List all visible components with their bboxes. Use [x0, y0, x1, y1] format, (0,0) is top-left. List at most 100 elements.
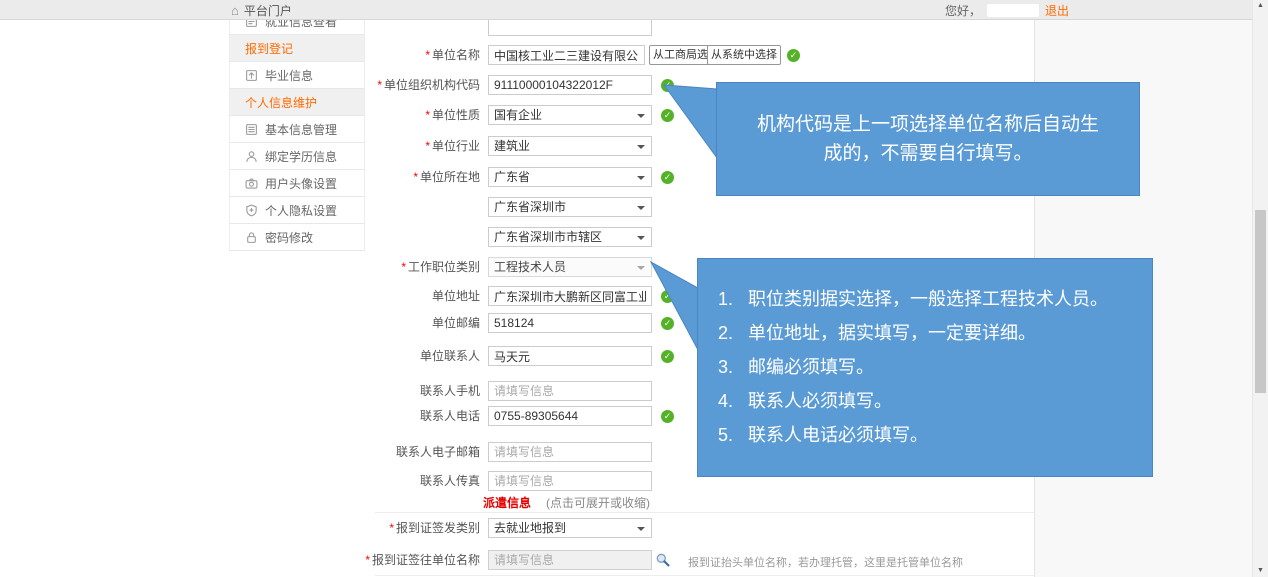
required-asterisk: * — [389, 521, 394, 535]
select-field-17[interactable]: 去就业地报到 — [488, 518, 652, 538]
input-field-10[interactable] — [488, 313, 652, 333]
sidebar-item-6[interactable]: 用户头像设置 — [230, 170, 364, 197]
field-label-4: *单位行业 — [358, 136, 480, 156]
callout-item-text: 职位类别据实选择，一般选择工程技术人员。 — [748, 289, 1108, 310]
sidebar-item-3[interactable]: 个人信息维护 — [230, 89, 364, 116]
field-label-5: *单位所在地 — [358, 167, 480, 187]
sidebar-item-4[interactable]: 基本信息管理 — [230, 116, 364, 143]
field-label-17: *报到证签发类别 — [358, 518, 480, 538]
field-label-text: 单位地址 — [432, 289, 480, 303]
dispatch-info-toggle[interactable]: 派遣信息 — [483, 494, 531, 511]
callout-list-item: 4.联系人必须填写。 — [718, 391, 1144, 412]
input-field-9[interactable] — [488, 286, 652, 306]
dispatch-info-toggle-hint: (点击可展开或收缩) — [546, 494, 650, 511]
scroll-down-arrow[interactable]: ▼ — [1253, 565, 1268, 577]
required-asterisk: * — [413, 170, 418, 184]
callout-item-text: 联系人必须填写。 — [748, 391, 892, 412]
sidebar-item-0[interactable]: 就业信息查看 — [230, 20, 364, 35]
field-label-8: *工作职位类别 — [358, 257, 480, 277]
top-bar: ⌂ 平台门户 您好， 退出 — [0, 0, 1268, 20]
lock-icon — [245, 231, 258, 244]
sidebar-item-2[interactable]: 毕业信息 — [230, 62, 364, 89]
select-field-3[interactable]: 国有企业 — [488, 105, 652, 125]
callout-item-number: 1. — [718, 289, 748, 310]
callout-text: 机构代码是上一项选择单位名称后自动生成的，不需要自行填写。 — [757, 110, 1099, 169]
select-field-5[interactable]: 广东省 — [488, 167, 652, 187]
vertical-scrollbar[interactable]: ▲ ▼ — [1252, 0, 1268, 577]
input-field-15[interactable] — [488, 471, 652, 491]
callout-item-number: 4. — [718, 391, 748, 412]
field-label-text: 联系人电子邮箱 — [396, 445, 480, 459]
field-label-3: *单位性质 — [358, 105, 480, 125]
scrollbar-thumb[interactable] — [1255, 210, 1266, 393]
home-icon: ⌂ — [231, 4, 239, 17]
callout-list-item: 5.联系人电话必须填写。 — [718, 425, 1144, 446]
input-field-13[interactable] — [488, 406, 652, 426]
sidebar-item-label: 绑定学历信息 — [265, 148, 337, 165]
scroll-up-arrow[interactable]: ▲ — [1253, 0, 1268, 12]
input-field-2[interactable] — [488, 75, 652, 95]
magnifier-icon[interactable] — [655, 552, 671, 568]
select-value: 工程技术人员 — [494, 260, 566, 274]
upload-icon — [245, 69, 258, 82]
sidebar-item-clipped[interactable]: 就业信息查看 — [230, 20, 364, 35]
sidebar-item-label: 毕业信息 — [265, 67, 313, 84]
field-hint-text: 报到证抬头单位名称，若办理托管，这里是托管单位名称 — [688, 554, 963, 570]
input-field-1[interactable] — [488, 45, 645, 65]
select-field-6[interactable]: 广东省深圳市 — [488, 197, 652, 217]
check-icon — [787, 49, 800, 62]
field-label-text: 联系人传真 — [420, 474, 480, 488]
sidebar-item-label: 个人隐私设置 — [265, 202, 337, 219]
divider — [375, 575, 1034, 576]
check-icon — [661, 410, 674, 423]
input-field-14[interactable] — [488, 442, 652, 462]
sidebar-item-label: 个人信息维护 — [245, 94, 317, 111]
field-label-2: *单位组织机构代码 — [358, 75, 480, 95]
sidebar-item-7[interactable]: 个人隐私设置 — [230, 197, 364, 224]
callout-list-item: 2.单位地址，据实填写，一定要详细。 — [718, 323, 1144, 344]
field-label-1: *单位名称 — [358, 45, 480, 65]
sidebar: 就业信息查看报到登记毕业信息个人信息维护基本信息管理绑定学历信息用户头像设置个人… — [229, 20, 365, 251]
lookup-button-1[interactable]: 从系统中选择 — [707, 45, 781, 65]
callout-tail — [660, 80, 718, 160]
select-field-7[interactable]: 广东省深圳市市辖区 — [488, 227, 652, 247]
field-label-text: 报到证签发类别 — [396, 521, 480, 535]
callout-item-number: 3. — [718, 357, 748, 378]
callout-item-number: 2. — [718, 323, 748, 344]
callout-instruction-list: 1.职位类别据实选择，一般选择工程技术人员。 2.单位地址，据实填写，一定要详细。… — [718, 289, 1144, 446]
required-asterisk: * — [377, 78, 382, 92]
input-field-18[interactable] — [488, 550, 652, 570]
input-field-12[interactable] — [488, 381, 652, 401]
greeting-text: 您好， — [945, 2, 981, 19]
sidebar-item-label: 用户头像设置 — [265, 175, 337, 192]
shield-icon — [245, 204, 258, 217]
input-field-11[interactable] — [488, 346, 652, 366]
sidebar-item-5[interactable]: 绑定学历信息 — [230, 143, 364, 170]
callout-fill-instructions: 1.职位类别据实选择，一般选择工程技术人员。 2.单位地址，据实填写，一定要详细。… — [697, 258, 1153, 477]
field-label-9: 单位地址 — [358, 286, 480, 306]
select-field-8[interactable]: 工程技术人员 — [488, 257, 652, 277]
logout-link[interactable]: 退出 — [1045, 2, 1069, 19]
select-value: 广东省 — [494, 170, 530, 184]
select-value: 广东省深圳市市辖区 — [494, 230, 602, 244]
person-icon — [245, 150, 258, 163]
field-label-text: 单位行业 — [432, 139, 480, 153]
field-label-text: 单位邮编 — [432, 316, 480, 330]
field-label-11: 单位联系人 — [358, 346, 480, 366]
doc-icon — [245, 20, 258, 28]
page: ⌂ 平台门户 您好， 退出 就业信息查看报到登记毕业信息个人信息维护基本信息管理… — [0, 0, 1268, 577]
required-asterisk: * — [401, 260, 406, 274]
field-label-14: 联系人电子邮箱 — [358, 442, 480, 462]
field-label-13: 联系人电话 — [358, 406, 480, 426]
sidebar-item-8[interactable]: 密码修改 — [230, 224, 364, 251]
select-field-4[interactable]: 建筑业 — [488, 136, 652, 156]
sidebar-item-label: 基本信息管理 — [265, 121, 337, 138]
divider — [375, 512, 1034, 513]
field-label-15: 联系人传真 — [358, 471, 480, 491]
sidebar-item-1[interactable]: 报到登记 — [230, 35, 364, 62]
callout-list-item: 3.邮编必须填写。 — [718, 357, 1144, 378]
callout-item-text: 联系人电话必须填写。 — [748, 425, 928, 446]
portal-title: 平台门户 — [244, 2, 292, 19]
callout-item-number: 5. — [718, 425, 748, 446]
required-asterisk: * — [365, 553, 370, 567]
